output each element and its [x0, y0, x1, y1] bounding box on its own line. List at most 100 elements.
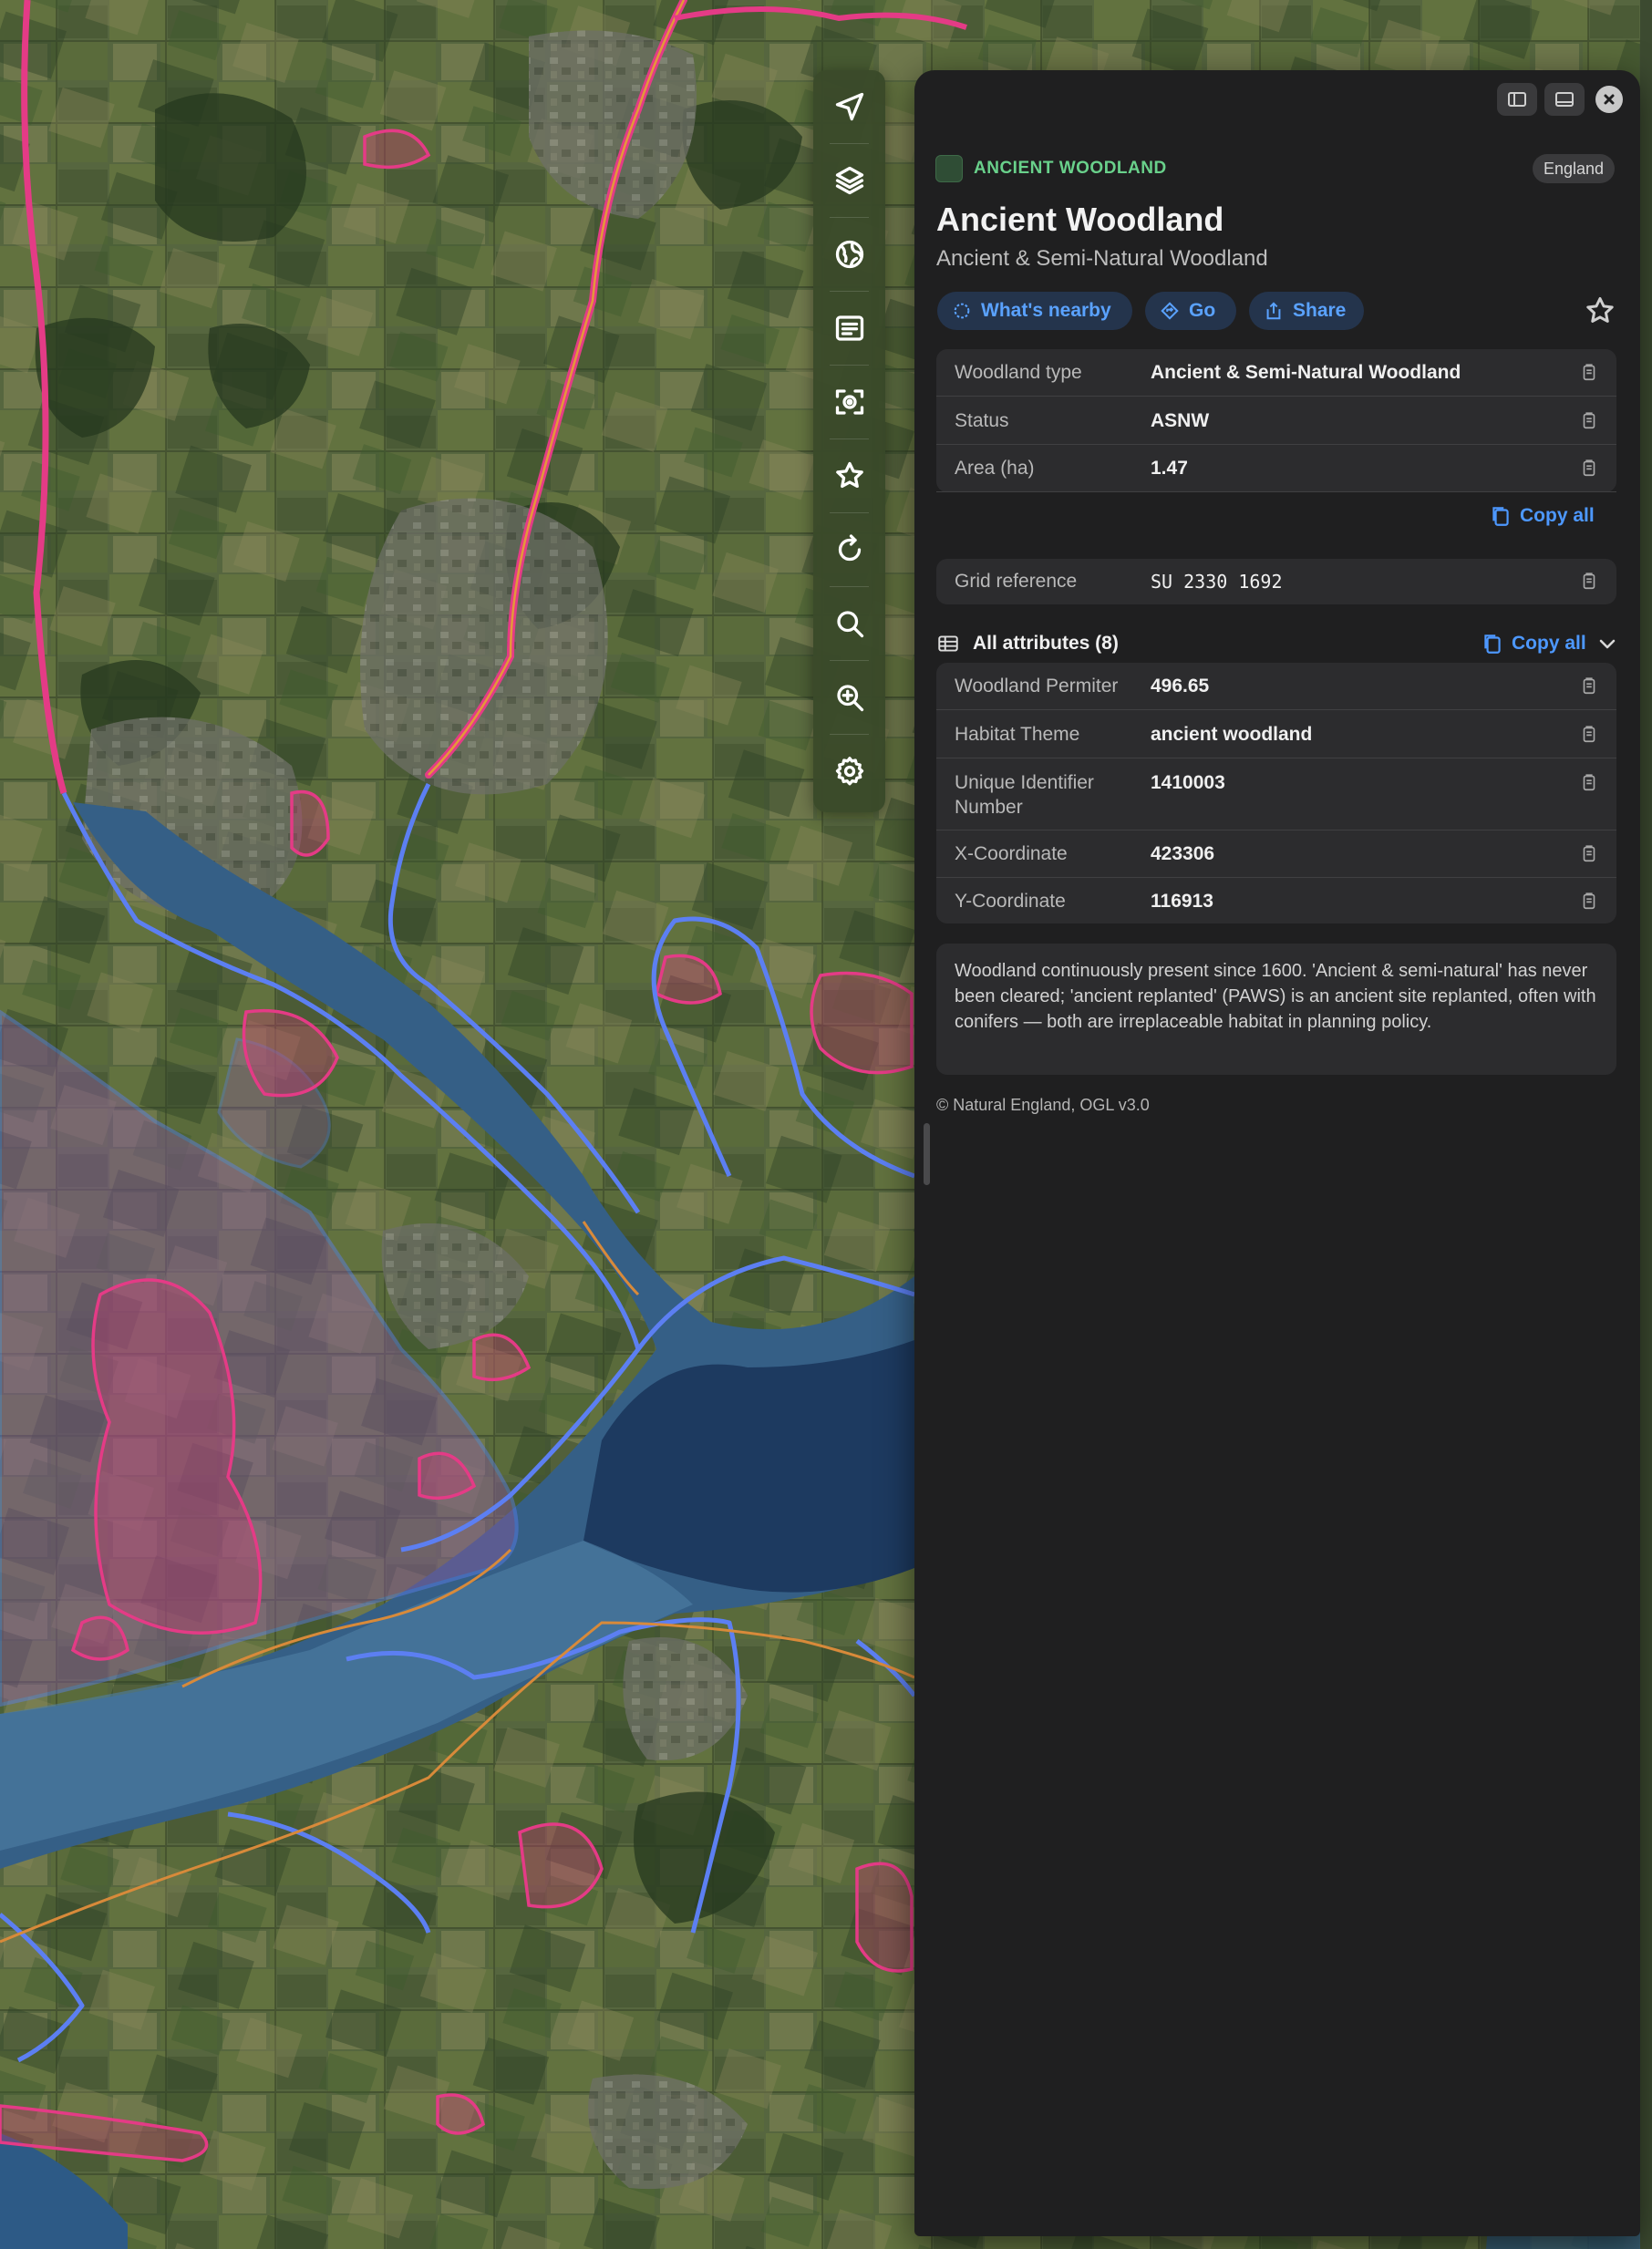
locate-button[interactable] [813, 365, 885, 438]
copy-button[interactable] [1579, 891, 1601, 913]
table-icon [938, 635, 958, 652]
table-row: Area (ha) 1.47 [936, 446, 1616, 492]
copy-button[interactable] [1579, 843, 1601, 865]
row-value: 116913 [1151, 891, 1213, 912]
sidebar-toggle-button[interactable] [1497, 83, 1537, 116]
table-row: X-Coordinate 423306 [936, 831, 1616, 878]
copy-button[interactable] [1579, 362, 1601, 384]
row-label: Unique Identifier [955, 772, 1094, 793]
row-label: Y-Coordinate [955, 891, 1066, 912]
copy-icon [1583, 774, 1595, 791]
copy-all-summary-button[interactable]: Copy all [1489, 503, 1595, 529]
layers-icon [835, 166, 863, 195]
table-row: Y-Coordinate 116913 [936, 879, 1616, 923]
category-swatch [935, 155, 963, 182]
row-value: 1.47 [1151, 458, 1188, 479]
summary-table: Woodland type Ancient & Semi-Natural Woo… [936, 349, 1616, 492]
feature-title: Ancient Woodland [936, 201, 1224, 238]
directions-icon [1161, 302, 1179, 320]
panel-resize-handle[interactable] [924, 1123, 930, 1185]
chevron-down-icon [1599, 639, 1616, 649]
copy-all-attributes-button[interactable]: Copy all [1481, 631, 1586, 656]
whats-nearby-button[interactable]: What's nearby [937, 292, 1132, 330]
star-outline-icon [1586, 297, 1614, 323]
copy-button[interactable] [1579, 571, 1601, 593]
row-value: 1410003 [1151, 772, 1225, 793]
navigate-button[interactable] [813, 70, 885, 143]
copy-icon [1583, 677, 1595, 695]
feature-subtitle: Ancient & Semi-Natural Woodland [936, 246, 1268, 271]
list-button[interactable] [813, 291, 885, 365]
grid-reference-value: SU 2330 1692 [1151, 571, 1283, 593]
row-label-continued: Number [955, 797, 1023, 818]
globe-button[interactable] [813, 217, 885, 291]
row-label: Area (ha) [955, 458, 1035, 479]
copy-all-icon [1492, 507, 1509, 526]
collapse-attributes-button[interactable] [1596, 633, 1618, 655]
region-badge: England [1533, 154, 1616, 183]
data-attribution: © Natural England, OGL v3.0 [936, 1096, 1150, 1114]
copy-all-label: Copy all [1520, 505, 1595, 526]
refresh-button[interactable] [813, 512, 885, 586]
favorites-button[interactable] [813, 438, 885, 512]
row-value: 423306 [1151, 843, 1215, 864]
copy-icon [1583, 726, 1595, 743]
whats-nearby-label: What's nearby [981, 300, 1111, 321]
attributes-heading: All attributes (8) [973, 633, 1119, 654]
row-value: 496.65 [1151, 676, 1210, 696]
zoom-in-icon [836, 685, 863, 712]
table-row: Habitat Theme ancient woodland [936, 711, 1616, 758]
feature-description: Woodland continuously present since 1600… [936, 944, 1616, 1075]
grid-reference-row: Grid reference SU 2330 1692 [936, 559, 1616, 604]
table-row: Status ASNW [936, 397, 1616, 445]
copy-icon [1583, 892, 1595, 910]
copy-button[interactable] [1579, 724, 1601, 746]
copy-button[interactable] [1579, 676, 1601, 697]
layers-button[interactable] [813, 143, 885, 217]
row-label: Woodland type [955, 362, 1082, 383]
attributes-section-toggle[interactable]: All attributes (8) [936, 631, 1119, 656]
share-button[interactable]: Share [1249, 292, 1364, 330]
close-panel-button[interactable] [1595, 86, 1623, 113]
copy-icon [1583, 459, 1595, 477]
table-row: Woodland type Ancient & Semi-Natural Woo… [936, 349, 1616, 397]
star-icon [835, 461, 863, 489]
copy-all-icon [1484, 634, 1501, 654]
copy-button[interactable] [1579, 772, 1601, 794]
feature-category: ANCIENT WOODLAND [974, 159, 1167, 178]
copy-button[interactable] [1579, 410, 1601, 432]
bottom-panel-icon [1555, 92, 1574, 107]
close-icon [1604, 94, 1615, 105]
favorite-button[interactable] [1584, 294, 1616, 327]
copy-all-label: Copy all [1512, 633, 1586, 654]
zoom-in-button[interactable] [813, 660, 885, 734]
bottom-panel-button[interactable] [1544, 83, 1585, 116]
list-icon [835, 315, 863, 341]
row-value: ASNW [1151, 410, 1210, 431]
settings-button[interactable] [813, 734, 885, 808]
nearby-icon [954, 303, 970, 319]
table-row: Unique Identifier Number 1410003 [936, 759, 1616, 830]
copy-icon [1583, 573, 1595, 590]
locate-icon [835, 389, 863, 415]
refresh-icon [838, 534, 861, 562]
copy-icon [1583, 412, 1595, 429]
row-value: ancient woodland [1151, 724, 1313, 745]
share-label: Share [1293, 300, 1347, 321]
copy-icon [1583, 845, 1595, 862]
row-label: Woodland Permiter [955, 676, 1119, 696]
row-value: Ancient & Semi-Natural Woodland [1151, 362, 1461, 383]
go-button[interactable]: Go [1145, 292, 1236, 330]
search-icon [836, 611, 863, 638]
navigate-icon [835, 92, 863, 121]
attributes-table: Woodland Permiter 496.65 Habitat Theme a… [936, 663, 1616, 923]
grid-reference-label: Grid reference [955, 571, 1078, 592]
gear-icon [835, 757, 863, 786]
search-button[interactable] [813, 586, 885, 660]
copy-icon [1583, 364, 1595, 381]
copy-button[interactable] [1579, 458, 1601, 480]
row-label: Habitat Theme [955, 724, 1080, 745]
globe-icon [835, 240, 863, 269]
share-icon [1266, 302, 1281, 320]
map-toolbar [813, 70, 885, 812]
